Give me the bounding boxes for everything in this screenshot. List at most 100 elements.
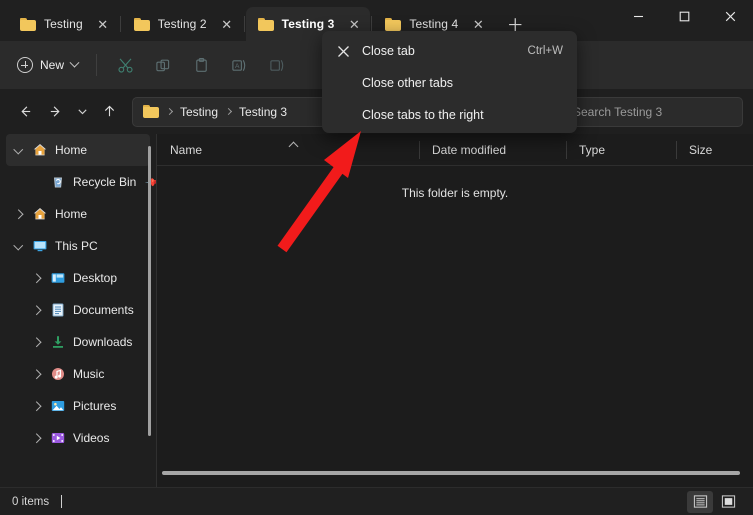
plus-icon: [17, 57, 33, 73]
expand-chevron-icon[interactable]: [28, 366, 44, 382]
music-icon: [50, 366, 67, 383]
sidebar-item-videos[interactable]: Videos: [6, 422, 150, 454]
tab-context-menu: Close tab Ctrl+W Close other tabs Close tab…: [322, 31, 577, 133]
sidebar-item-label: This PC: [55, 239, 98, 253]
menu-item-close-tabs-to-the-right[interactable]: Close tabs to the right: [322, 99, 577, 131]
menu-item-label: Close tabs to the right: [362, 108, 484, 122]
videos-icon: [50, 430, 67, 447]
breadcrumb-item-0[interactable]: Testing: [180, 105, 218, 119]
column-header-date-modified[interactable]: Date modified: [419, 134, 566, 166]
recent-locations-button[interactable]: [70, 97, 94, 127]
chevron-down-icon: [70, 57, 80, 67]
details-view-button[interactable]: [687, 491, 713, 513]
expand-chevron-icon[interactable]: [10, 238, 26, 254]
up-button[interactable]: [94, 97, 124, 127]
rename-button[interactable]: A: [220, 49, 258, 81]
close-button[interactable]: [707, 0, 753, 33]
tab-testing-2[interactable]: Testing 2 ✕: [122, 7, 243, 41]
navigation-pane: HomeRecycle Bin📌HomeThis PCDesktopDocume…: [0, 134, 156, 487]
downloads-icon: [50, 334, 67, 351]
sidebar-item-music[interactable]: Music: [6, 358, 150, 390]
sidebar-item-home[interactable]: Home: [6, 198, 150, 230]
expand-chevron-icon[interactable]: [28, 174, 44, 190]
tab-label: Testing 4: [409, 17, 458, 31]
maximize-button[interactable]: [661, 0, 707, 33]
tab-close-button[interactable]: ✕: [217, 14, 237, 34]
tab-close-button[interactable]: ✕: [93, 14, 113, 34]
sidebar-item-label: Videos: [73, 431, 109, 445]
status-bar: 0 items: [0, 487, 753, 515]
column-header-size[interactable]: Size: [676, 134, 753, 166]
folder-icon: [143, 105, 159, 118]
expand-chevron-icon[interactable]: [10, 206, 26, 222]
breadcrumb-item-1[interactable]: Testing 3: [239, 105, 287, 119]
scissors-icon: [117, 57, 134, 74]
pictures-icon: [50, 398, 67, 415]
cut-button[interactable]: [106, 49, 144, 81]
status-cursor: [61, 495, 62, 508]
sidebar-item-recycle-bin[interactable]: Recycle Bin📌: [6, 166, 150, 198]
column-header-label: Type: [579, 143, 605, 157]
home-icon: [32, 206, 49, 223]
tab-separator: [120, 16, 121, 32]
expand-chevron-icon[interactable]: [28, 398, 44, 414]
menu-item-close-other-tabs[interactable]: Close other tabs: [322, 67, 577, 99]
column-header-name[interactable]: Name: [157, 134, 419, 166]
column-header-type[interactable]: Type: [566, 134, 676, 166]
sidebar-item-desktop[interactable]: Desktop: [6, 262, 150, 294]
empty-folder-message: This folder is empty.: [157, 186, 753, 200]
sidebar-item-documents[interactable]: Documents: [6, 294, 150, 326]
column-header-label: Date modified: [432, 143, 506, 157]
file-explorer-window: Testing✕Testing 2✕Testing 3✕Testing 4✕ ＋…: [0, 0, 753, 515]
new-button-label: New: [40, 58, 64, 72]
recycle-bin-icon: [50, 174, 67, 191]
rename-icon: A: [231, 57, 248, 74]
expand-chevron-icon[interactable]: [28, 302, 44, 318]
share-button[interactable]: [258, 49, 296, 81]
column-headers: Name Date modified Type Size: [157, 134, 753, 166]
sidebar-item-label: Documents: [73, 303, 134, 317]
sidebar-item-pictures[interactable]: Pictures: [6, 390, 150, 422]
paste-button[interactable]: [182, 49, 220, 81]
tab-label: Testing 3: [282, 17, 335, 31]
expand-chevron-icon[interactable]: [28, 270, 44, 286]
copy-button[interactable]: [144, 49, 182, 81]
file-list-pane: Name Date modified Type Size This folder is…: [157, 134, 753, 487]
tab-label: Testing: [44, 17, 83, 31]
svg-text:A: A: [234, 62, 239, 69]
sort-ascending-icon: [289, 141, 299, 151]
forward-button[interactable]: [40, 97, 70, 127]
paste-icon: [193, 57, 210, 74]
menu-item-close-tab[interactable]: Close tab Ctrl+W: [322, 35, 577, 67]
column-header-label: Name: [170, 143, 202, 157]
new-button[interactable]: New: [10, 50, 87, 80]
back-button[interactable]: [10, 97, 40, 127]
menu-item-shortcut: Ctrl+W: [528, 45, 563, 57]
tab-testing[interactable]: Testing ✕: [8, 7, 119, 41]
toolbar-divider: [96, 54, 97, 76]
expand-chevron-icon[interactable]: [28, 334, 44, 350]
sidebar-item-label: Pictures: [73, 399, 116, 413]
menu-item-label: Close other tabs: [362, 76, 453, 90]
folder-icon: [258, 18, 274, 31]
sidebar-item-downloads[interactable]: Downloads: [6, 326, 150, 358]
search-input[interactable]: Search Testing 3: [573, 105, 662, 119]
documents-icon: [50, 302, 67, 319]
folder-icon: [134, 18, 150, 31]
sidebar-item-label: Music: [73, 367, 104, 381]
minimize-button[interactable]: [615, 0, 661, 33]
horizontal-scrollbar[interactable]: [162, 471, 740, 475]
folder-icon: [20, 18, 36, 31]
sidebar-scrollbar[interactable]: [148, 146, 151, 436]
expand-chevron-icon[interactable]: [28, 430, 44, 446]
view-toggles: [687, 491, 741, 513]
tab-separator: [244, 16, 245, 32]
sidebar-item-this-pc[interactable]: This PC: [6, 230, 150, 262]
expand-chevron-icon[interactable]: [10, 142, 26, 158]
tab-label: Testing 2: [158, 17, 207, 31]
large-icons-view-button[interactable]: [715, 491, 741, 513]
sidebar-item-label: Home: [55, 207, 87, 221]
item-count-label: 0 items: [12, 496, 49, 508]
sidebar-item-home[interactable]: Home: [6, 134, 150, 166]
menu-item-label: Close tab: [362, 44, 415, 58]
